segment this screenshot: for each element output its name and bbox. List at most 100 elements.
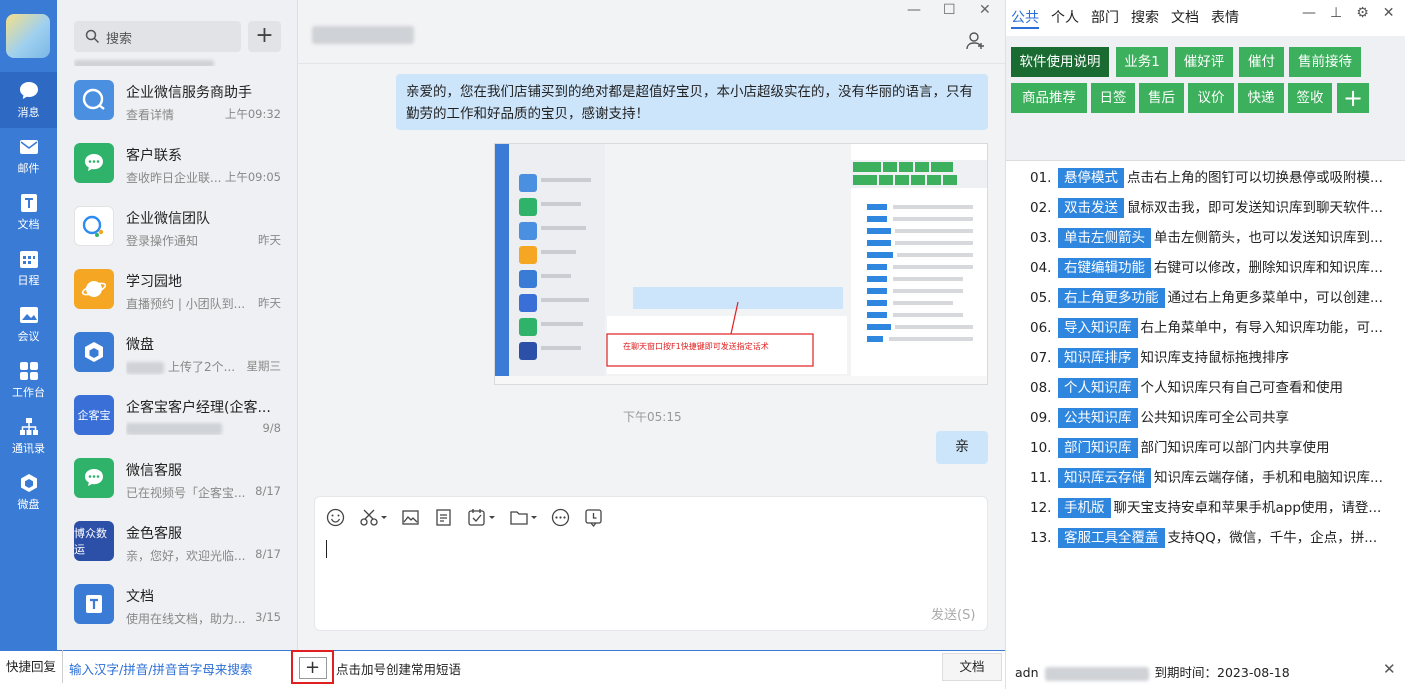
add-phrase-button[interactable]: + [291, 650, 334, 684]
image-icon[interactable] [401, 508, 420, 527]
close-icon[interactable]: ✕ [1383, 660, 1396, 678]
search-input[interactable]: 搜索 [74, 21, 241, 52]
tab-2[interactable]: 部门 [1091, 7, 1119, 27]
chat-time: 8/17 [255, 484, 281, 498]
knowledge-item[interactable]: 02. 双击发送 鼠标双击我，即可发送知识库到聊天软件... [1030, 196, 1400, 218]
category-button[interactable]: 快递 [1238, 83, 1284, 113]
item-text: 右键可以修改，删除知识库和知识库... [1154, 260, 1383, 276]
knowledge-item[interactable]: 01. 悬停模式 点击右上角的图钉可以切换悬停或吸附模... [1030, 166, 1400, 188]
minimize-icon[interactable]: — [1302, 5, 1316, 21]
knowledge-item[interactable]: 10. 部门知识库 部门知识库可以部门内共享使用 [1030, 436, 1400, 458]
chat-avatar [74, 143, 114, 183]
chat-item[interactable]: 文档 使用在线文档，助力... 3/15 [57, 574, 298, 637]
category-button[interactable]: 售后 [1139, 83, 1184, 113]
chat-time: 昨天 [258, 233, 281, 247]
maximize-icon[interactable]: ☐ [943, 2, 956, 18]
knowledge-item[interactable]: 12. 手机版 聊天宝支持安卓和苹果手机app使用，请登... [1030, 496, 1400, 518]
create-button[interactable]: + [248, 21, 281, 52]
gear-icon[interactable]: ⚙ [1356, 5, 1369, 21]
more-icon[interactable] [551, 508, 570, 527]
item-text: 通过右上角更多菜单中，可以创建... [1167, 290, 1383, 306]
knowledge-item[interactable]: 05. 右上角更多功能 通过右上角更多菜单中，可以创建... [1030, 286, 1400, 308]
search-icon [85, 29, 100, 44]
nav-item-messages[interactable]: 消息 [0, 72, 57, 128]
knowledge-item[interactable]: 09. 公共知识库 公共知识库可全公司共享 [1030, 406, 1400, 428]
knowledge-item[interactable]: 08. 个人知识库 个人知识库只有自己可查看和使用 [1030, 376, 1400, 398]
knowledge-item[interactable]: 03. 单击左侧箭头 单击左侧箭头，也可以发送知识库到... [1030, 226, 1400, 248]
screenshot-scissors-icon[interactable] [359, 508, 387, 527]
close-icon[interactable]: ✕ [979, 2, 991, 18]
chat-item[interactable]: 企业微信服务商助手 查看详情 上午09:32 [57, 70, 298, 133]
item-number: 09. [1030, 410, 1052, 426]
category-button[interactable]: 日签 [1091, 83, 1135, 113]
chat-name: 学习园地 [126, 274, 182, 290]
note-icon[interactable] [434, 508, 453, 527]
minimize-icon[interactable]: — [907, 2, 921, 18]
knowledge-item[interactable]: 06. 导入知识库 右上角菜单中，有导入知识库功能，可... [1030, 316, 1400, 338]
doc-button[interactable]: 文档 [942, 653, 1002, 681]
chat-item[interactable]: 博众数运 金色客服 亲，您好，欢迎光临... 8/17 [57, 511, 298, 574]
message-bubble[interactable]: 亲爱的，您在我们店铺买到的绝对都是超值好宝贝，本小店超级实在的，没有华丽的语言，… [396, 74, 988, 130]
nav-item-docs[interactable]: 文档 [0, 184, 57, 240]
tab-1[interactable]: 个人 [1051, 7, 1079, 27]
category-button[interactable]: 售前接待 [1289, 47, 1361, 77]
chat-item[interactable]: 企业微信团队 登录操作通知 昨天 [57, 196, 298, 259]
chat-item[interactable]: 客户联系 查收昨日企业联... 上午09:05 [57, 133, 298, 196]
tab-3[interactable]: 搜索 [1131, 7, 1159, 27]
chat-name: 企业微信团队 [126, 211, 210, 227]
chat-avatar [74, 206, 114, 246]
knowledge-item[interactable]: 11. 知识库云存储 知识库云端存储，手机和电脑知识库... [1030, 466, 1400, 488]
knowledge-item[interactable]: 07. 知识库排序 知识库支持鼠标拖拽排序 [1030, 346, 1400, 368]
send-button[interactable]: 发送(S) [931, 604, 975, 623]
category-button[interactable]: 催付 [1239, 47, 1284, 77]
quick-reply-search[interactable]: 输入汉字/拼音/拼音首字母来搜索 [69, 659, 252, 678]
knowledge-item[interactable]: 04. 右键编辑功能 右键可以修改，删除知识库和知识库... [1030, 256, 1400, 278]
emoji-icon[interactable] [326, 508, 345, 527]
add-category-button[interactable]: + [1337, 83, 1369, 113]
chat-item[interactable]: 企客宝 企客宝客户经理(企客... 9/8 [57, 385, 298, 448]
add-member-icon[interactable] [966, 32, 986, 50]
nav-item-mail[interactable]: 邮件 [0, 128, 57, 184]
item-tag: 悬停模式 [1058, 168, 1124, 188]
close-icon[interactable]: ✕ [1383, 5, 1395, 21]
chat-time: 昨天 [258, 296, 281, 310]
nav-label: 微盘 [17, 498, 40, 511]
category-button[interactable]: 签收 [1288, 83, 1332, 113]
item-tag: 右上角更多功能 [1058, 288, 1165, 308]
chat-avatar: 企客宝 [74, 395, 114, 435]
item-tag: 知识库排序 [1058, 348, 1138, 368]
task-icon[interactable] [467, 508, 495, 527]
category-button[interactable]: 催好评 [1175, 47, 1233, 77]
category-button[interactable]: 议价 [1188, 83, 1234, 113]
chat-avatar [74, 332, 114, 372]
reply-bubble[interactable]: 亲 [936, 431, 988, 464]
tab-0[interactable]: 公共 [1011, 7, 1039, 29]
nav-item-drive[interactable]: 微盘 [0, 464, 57, 520]
pin-icon[interactable]: ⊥ [1330, 5, 1342, 21]
category-button[interactable]: 业务1 [1116, 47, 1168, 77]
category-button[interactable]: 软件使用说明 [1011, 47, 1109, 77]
nav-label: 工作台 [12, 386, 45, 399]
knowledge-item[interactable]: 13. 客服工具全覆盖 支持QQ，微信，千牛，企点，拼... [1030, 526, 1400, 548]
text-caret [326, 540, 327, 558]
chat-item[interactable]: 微信客服 已在视频号「企客宝... 8/17 [57, 448, 298, 511]
nav-item-calendar[interactable]: 日程 [0, 240, 57, 296]
chat-item[interactable]: 微盘 上传了2个... 星期三 [57, 322, 298, 385]
tab-4[interactable]: 文档 [1171, 7, 1199, 27]
nav-item-contacts[interactable]: 通讯录 [0, 408, 57, 464]
chat-item[interactable]: 学习园地 直播预约 | 小团队到... 昨天 [57, 259, 298, 322]
tab-5[interactable]: 表情 [1211, 7, 1239, 27]
plus-icon: + [298, 657, 327, 679]
nav-item-workbench[interactable]: 工作台 [0, 352, 57, 408]
history-icon[interactable] [584, 508, 603, 527]
nav-label: 日程 [17, 274, 40, 287]
category-button[interactable]: 商品推荐 [1011, 83, 1087, 113]
avatar[interactable] [6, 14, 50, 58]
quick-reply-tab[interactable]: 快捷回复 [0, 650, 63, 683]
screenshot-image[interactable]: 在聊天窗口按F1快捷键即可发送指定话术 [494, 143, 988, 385]
folder-icon[interactable] [509, 508, 537, 527]
chat-name: 微信客服 [126, 463, 182, 479]
nav-item-meeting[interactable]: 会议 [0, 296, 57, 352]
item-number: 12. [1030, 500, 1052, 516]
meeting-icon [19, 307, 38, 323]
